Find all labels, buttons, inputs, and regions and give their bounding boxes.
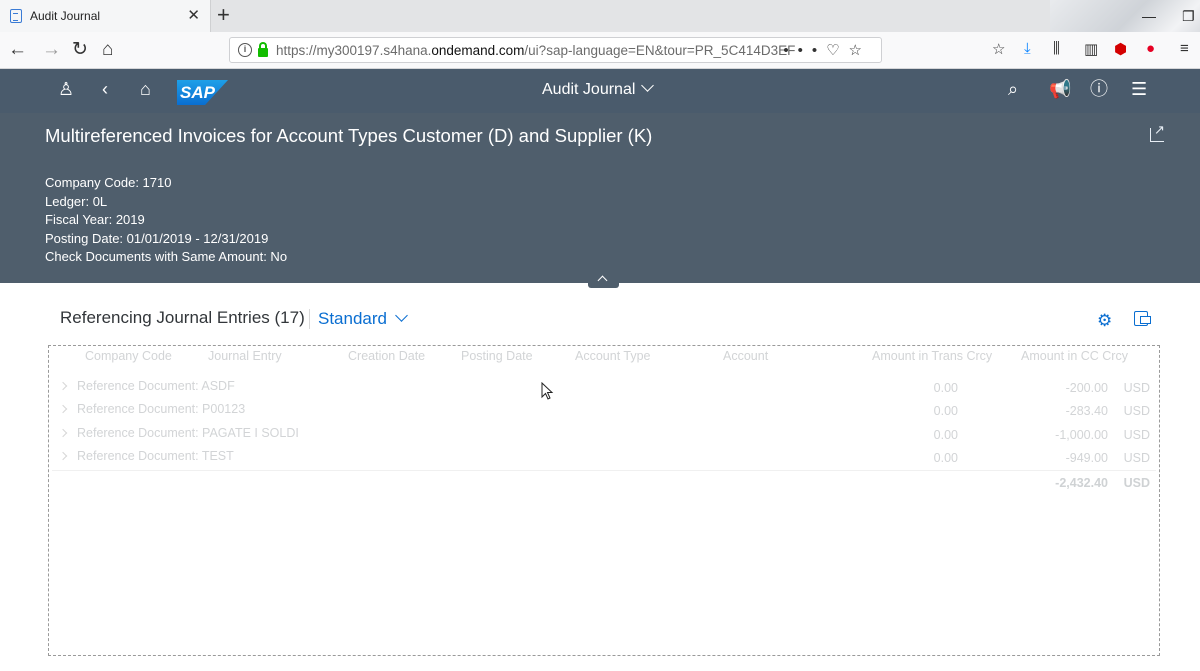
sidebar-icon[interactable]: ▥ (1084, 40, 1098, 58)
page-title: Multireferenced Invoices for Account Typ… (45, 125, 653, 146)
attr-posting-date: Posting Date: 01/01/2019 - 12/31/2019 (45, 230, 269, 246)
app-title: Audit Journal (542, 81, 636, 98)
restore-icon[interactable]: ❐ (1182, 8, 1195, 25)
table-row[interactable]: Reference Document: PAGATE I SOLDI 0.00 … (58, 425, 1154, 448)
close-tab-icon[interactable]: ✕ (187, 8, 200, 23)
settings-gear-icon[interactable]: ⚙ (1097, 311, 1112, 331)
chevron-down-icon (395, 309, 408, 322)
share-icon[interactable] (1150, 122, 1165, 142)
attr-fiscal-year: Fiscal Year: 2019 (45, 212, 145, 227)
column-header[interactable]: Company Code (85, 349, 172, 363)
reference-document: Reference Document: ASDF (77, 379, 235, 393)
total-amount-cc-crcy: -2,432.40 (1055, 476, 1108, 490)
table-total-row: -2,432.40 USD (52, 470, 1156, 490)
amount-trans-crcy: 0.00 (933, 404, 958, 418)
search-icon[interactable]: ⌕ (1008, 79, 1018, 99)
table-title: Referencing Journal Entries (17) (60, 308, 305, 327)
table-row[interactable]: Reference Document: P00123 0.00 -283.40 … (58, 401, 1154, 424)
amount-trans-crcy: 0.00 (933, 451, 958, 465)
reference-document: Reference Document: PAGATE I SOLDI (77, 426, 299, 440)
sap-logo[interactable]: SAP (177, 80, 228, 105)
minimize-icon[interactable]: — (1142, 8, 1156, 24)
reference-document: Reference Document: TEST (77, 449, 234, 463)
column-header[interactable]: Amount in Trans Crcy (872, 349, 992, 363)
lock-icon (258, 41, 268, 57)
column-header[interactable]: Posting Date (461, 349, 533, 363)
currency: USD (1123, 381, 1150, 395)
currency: USD (1123, 404, 1150, 418)
table-row[interactable]: Reference Document: ASDF 0.00 -200.00 US… (58, 378, 1154, 401)
total-currency: USD (1123, 476, 1150, 490)
page-header: Multireferenced Invoices for Account Typ… (0, 113, 1200, 283)
column-header[interactable]: Account (723, 349, 768, 363)
url-text: https://my300197.s4hana.ondemand.com/ui?… (276, 42, 796, 58)
reload-icon[interactable]: ↻ (72, 38, 88, 62)
attr-company-code: Company Code: 1710 (45, 175, 172, 190)
forward-icon[interactable]: → (42, 38, 61, 62)
collapse-header-button[interactable] (588, 273, 619, 288)
pocket-icon[interactable]: ♡ (826, 42, 848, 59)
export-icon[interactable] (1134, 311, 1151, 326)
browser-tab-title: Audit Journal (30, 9, 101, 23)
adblock-icon[interactable]: ⬢ (1114, 40, 1127, 58)
user-icon[interactable]: ♙ (58, 79, 74, 99)
bookmarks-icon[interactable]: ☆ (992, 40, 1005, 58)
url-bar[interactable]: i https://my300197.s4hana.ondemand.com/u… (229, 37, 882, 63)
expand-icon[interactable] (58, 381, 68, 391)
amount-cc-crcy: -1,000.00 (1055, 428, 1108, 442)
sap-favicon-icon (10, 9, 22, 23)
page-actions: •••♡☆ (783, 41, 871, 59)
expand-icon[interactable] (58, 428, 68, 438)
column-header[interactable]: Amount in CC Crcy (1021, 349, 1128, 363)
library-icon[interactable]: ⫼ (1053, 40, 1060, 57)
column-header[interactable]: Creation Date (348, 349, 425, 363)
info-icon[interactable]: i (238, 43, 252, 57)
app-title-menu[interactable]: Audit Journal (542, 79, 655, 99)
table-row[interactable]: Reference Document: TEST 0.00 -949.00 US… (58, 448, 1154, 471)
amount-cc-crcy: -283.40 (1065, 404, 1108, 418)
variant-label: Standard (318, 309, 387, 328)
header-attributes: Company Code: 1710 Ledger: 0L Fiscal Yea… (45, 174, 287, 267)
browser-tab[interactable]: Audit Journal ✕ (0, 0, 211, 32)
download-icon[interactable]: ⤓ (1024, 40, 1031, 57)
column-header[interactable]: Journal Entry (208, 349, 282, 363)
attr-same-amount: Check Documents with Same Amount: No (45, 249, 288, 264)
menu-icon[interactable]: ≡ (1180, 40, 1189, 57)
currency: USD (1123, 428, 1150, 442)
back-icon[interactable]: ← (8, 38, 27, 62)
expand-icon[interactable] (58, 404, 68, 414)
attr-ledger: Ledger: 0L (45, 193, 108, 209)
amount-cc-crcy: -200.00 (1065, 381, 1108, 395)
variant-selector[interactable]: Standard (309, 309, 408, 329)
new-tab-icon[interactable]: + (217, 4, 230, 26)
sap-shell-bar: ♙ ‹ ⌂ SAP Audit Journal ⌕ 📢 ⓘ ☰ (0, 69, 1200, 113)
currency: USD (1123, 451, 1150, 465)
amount-trans-crcy: 0.00 (933, 428, 958, 442)
browser-tab-bar: Audit Journal ✕ + (0, 0, 1200, 32)
bookmark-star-icon[interactable]: ☆ (849, 42, 871, 59)
reference-document: Reference Document: P00123 (77, 402, 246, 416)
more-actions-icon[interactable]: ••• (783, 42, 826, 59)
notifications-icon[interactable]: 📢 (1049, 79, 1071, 99)
home-icon[interactable]: ⌂ (102, 38, 113, 62)
chevron-down-icon (641, 79, 655, 92)
expand-icon[interactable] (58, 451, 68, 461)
amount-trans-crcy: 0.00 (933, 381, 958, 395)
notes-icon[interactable]: ☰ (1131, 79, 1147, 99)
back-nav-icon[interactable]: ‹ (102, 79, 108, 99)
help-icon[interactable]: ⓘ (1090, 79, 1108, 99)
home-nav-icon[interactable]: ⌂ (140, 79, 151, 99)
amount-cc-crcy: -949.00 (1065, 451, 1108, 465)
pinterest-icon[interactable]: ● (1146, 40, 1155, 57)
column-header[interactable]: Account Type (575, 349, 651, 363)
